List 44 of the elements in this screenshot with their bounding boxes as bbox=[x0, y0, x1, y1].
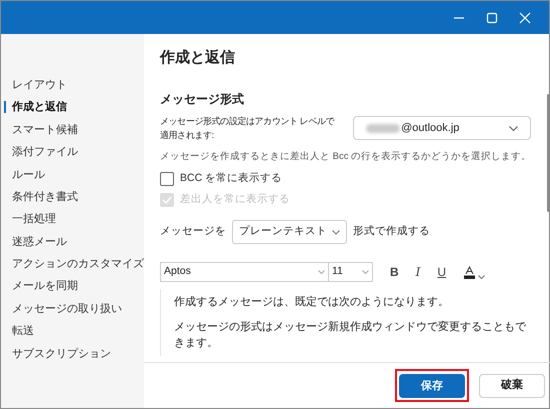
chevron-down-icon bbox=[318, 270, 325, 274]
sidebar-item[interactable]: 条件付き書式 bbox=[1, 186, 144, 208]
sidebar-item[interactable]: 一括処理 bbox=[1, 208, 144, 231]
section-title: メッセージ形式 bbox=[160, 91, 245, 108]
font-color-button[interactable] bbox=[464, 266, 486, 278]
format-label: メッセージを bbox=[160, 224, 226, 240]
chevron-down-icon bbox=[478, 274, 486, 278]
checkbox-label: 差出人を常に表示する bbox=[180, 192, 290, 208]
save-button[interactable]: 保存 bbox=[399, 374, 466, 398]
format-dropdown[interactable]: プレーンテキスト bbox=[232, 220, 347, 244]
sidebar-item[interactable]: 転送 bbox=[1, 320, 144, 343]
sidebar-item[interactable]: レイアウト bbox=[1, 74, 144, 96]
font-color-icon bbox=[464, 266, 476, 278]
scrollbar[interactable] bbox=[547, 94, 550, 212]
account-label: メッセージ形式の設定はアカウント レベルで bbox=[160, 115, 334, 128]
sidebar-item[interactable]: メールを同期 bbox=[1, 276, 144, 298]
chevron-down-icon bbox=[332, 230, 340, 234]
sidebar-item[interactable]: メッセージの取り扱い bbox=[1, 298, 144, 320]
sidebar-item[interactable]: ルール bbox=[1, 164, 144, 186]
preview-text: 作成するメッセージは、既定では次のようになります。 bbox=[174, 294, 450, 310]
format-button[interactable]: I bbox=[416, 263, 420, 281]
description: メッセージを作成するときに差出人と Bcc の行を表示するかどうかを選択します。 bbox=[160, 150, 532, 164]
format-label: 形式で作成する bbox=[353, 224, 430, 240]
sidebar-item[interactable]: スマート候補 bbox=[1, 118, 144, 142]
sidebar-item[interactable]: サブスクリプション bbox=[1, 342, 144, 366]
sidebar-item[interactable]: 作成と返信 bbox=[1, 96, 144, 119]
account-dropdown[interactable]: @outlook.jp bbox=[353, 116, 532, 140]
discard-button[interactable]: 破棄 bbox=[479, 374, 546, 398]
chevron-down-icon bbox=[509, 126, 518, 130]
sidebar-item[interactable]: アクションのカスタマイズ bbox=[1, 253, 144, 276]
sidebar-item[interactable]: 迷惑メール bbox=[1, 230, 144, 254]
format-button[interactable]: U bbox=[437, 263, 446, 281]
page-title: 作成と返信 bbox=[160, 48, 236, 68]
checkbox[interactable] bbox=[160, 172, 174, 186]
close-icon bbox=[518, 12, 530, 24]
preview-text: メッセージの形式はメッセージ新規作成ウィンドウで変更することもできます。 bbox=[174, 320, 528, 351]
maximize-icon bbox=[486, 12, 498, 24]
chevron-down-icon bbox=[362, 270, 369, 274]
font-dropdown[interactable]: Aptos bbox=[160, 262, 329, 282]
font-size-dropdown[interactable]: 11 bbox=[329, 262, 373, 282]
format-button[interactable]: B bbox=[390, 263, 399, 281]
checkbox-label: BCC を常に表示する bbox=[180, 171, 282, 186]
account-label: 適用されます: bbox=[160, 129, 214, 142]
sidebar-item[interactable]: 添付ファイル bbox=[1, 141, 144, 164]
